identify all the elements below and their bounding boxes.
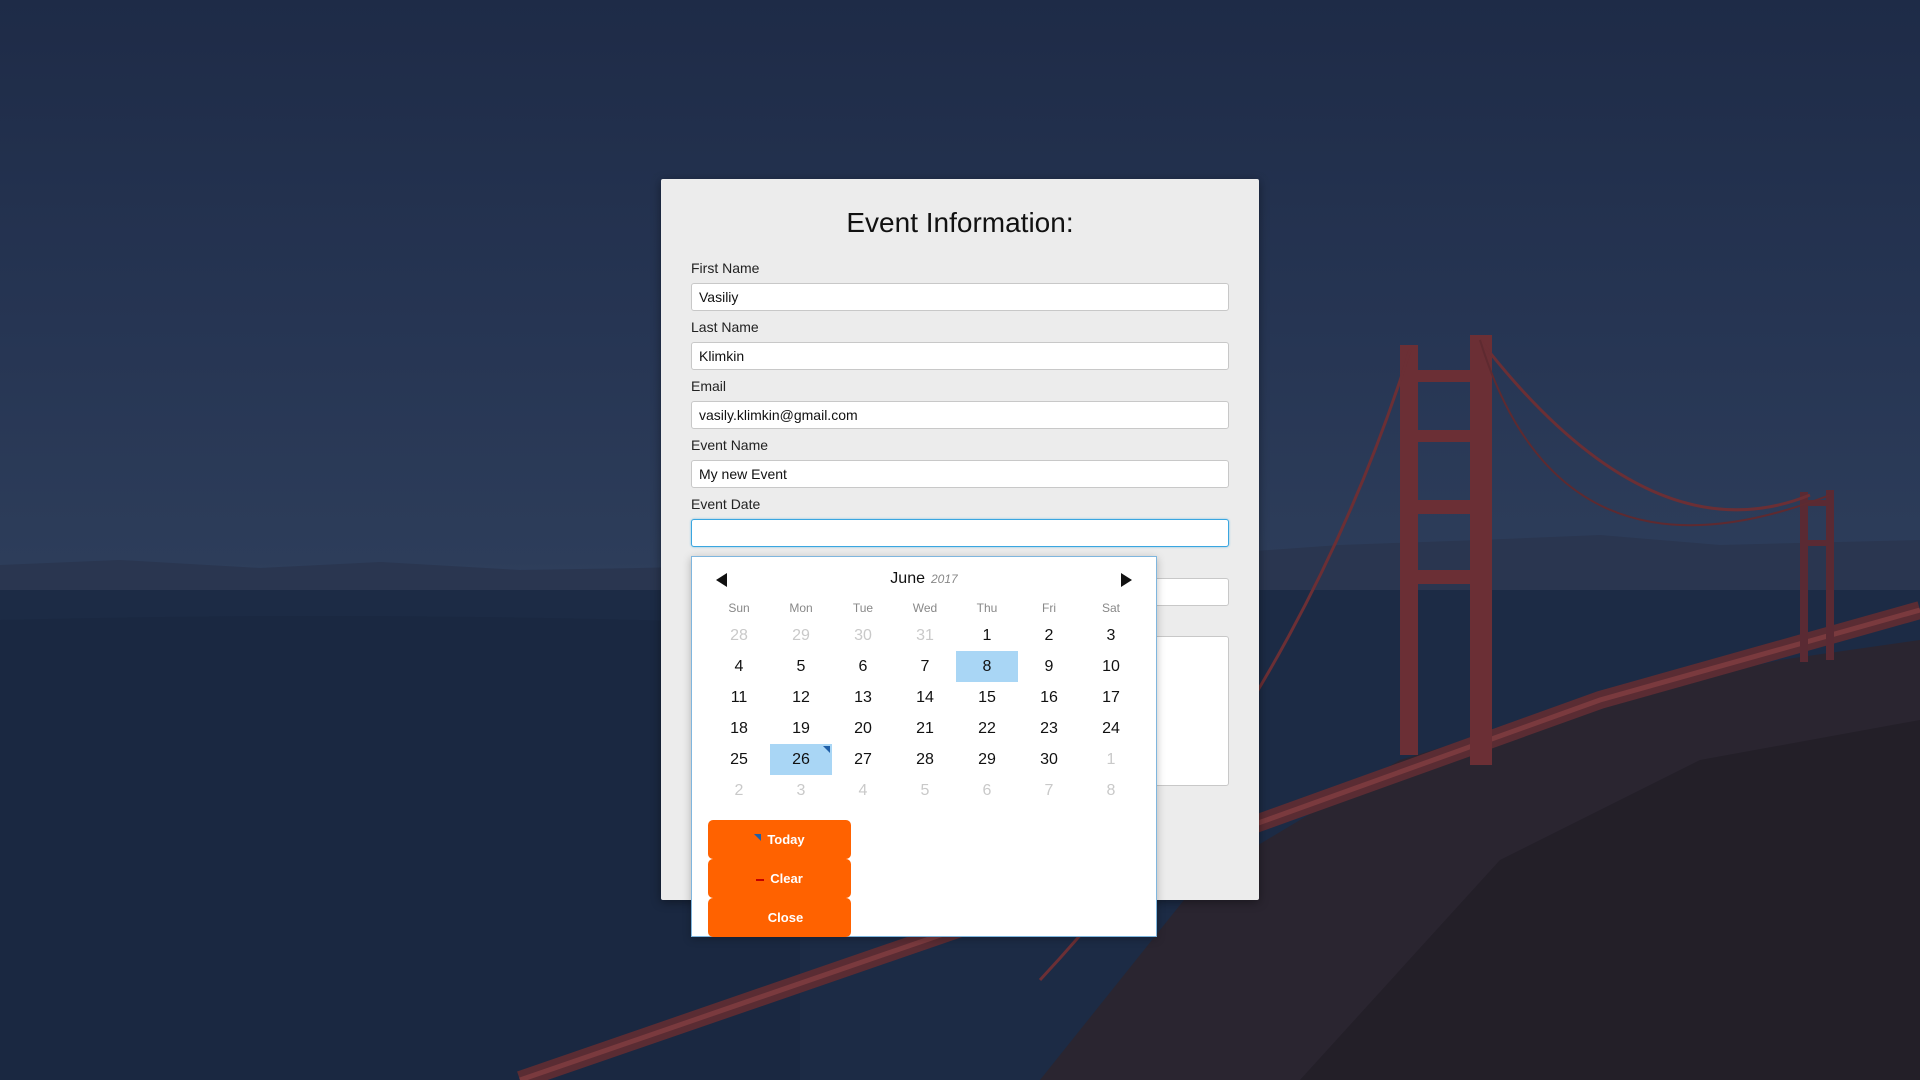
datepicker-title[interactable]: June 2017 [692, 570, 1156, 588]
day-cell[interactable]: 29 [770, 620, 832, 651]
day-cell[interactable]: 17 [1080, 682, 1142, 713]
day-cell[interactable]: 28 [894, 744, 956, 775]
day-cell[interactable]: 9 [1018, 651, 1080, 682]
datepicker-month: June [890, 570, 925, 587]
day-cell[interactable]: 25 [708, 744, 770, 775]
day-cell[interactable]: 3 [770, 775, 832, 806]
calendar-grid: Sun Mon Tue Wed Thu Fri Sat 28 29 30 31 … [708, 596, 1142, 806]
clear-button[interactable]: Clear [708, 859, 851, 898]
day-cell[interactable]: 5 [770, 651, 832, 682]
day-cell[interactable]: 20 [832, 713, 894, 744]
datepicker-year: 2017 [931, 572, 958, 586]
day-cell[interactable]: 18 [708, 713, 770, 744]
clear-icon [756, 878, 765, 881]
day-cell[interactable]: 2 [1018, 620, 1080, 651]
day-cell[interactable]: 1 [956, 620, 1018, 651]
today-button[interactable]: Today [708, 820, 851, 859]
day-cell-selected[interactable]: 26 [770, 744, 832, 775]
event-name-input[interactable] [691, 460, 1229, 488]
email-label: Email [691, 378, 727, 394]
day-cell[interactable]: 24 [1080, 713, 1142, 744]
event-date-input[interactable] [691, 519, 1229, 547]
weekday-thu: Thu [976, 601, 998, 615]
first-name-input[interactable] [691, 283, 1229, 311]
day-cell-highlighted[interactable]: 8 [956, 651, 1018, 682]
close-icon [756, 916, 762, 922]
day-cell[interactable]: 12 [770, 682, 832, 713]
day-cell[interactable]: 30 [832, 620, 894, 651]
first-name-label: First Name [691, 260, 760, 276]
day-cell[interactable]: 5 [894, 775, 956, 806]
day-cell[interactable]: 21 [894, 713, 956, 744]
day-cell[interactable]: 28 [708, 620, 770, 651]
weekday-fri: Fri [1042, 601, 1056, 615]
next-month-icon[interactable] [1118, 571, 1134, 589]
day-cell[interactable]: 10 [1080, 651, 1142, 682]
last-name-label: Last Name [691, 319, 759, 335]
day-cell[interactable]: 4 [832, 775, 894, 806]
close-button-label: Close [767, 910, 804, 925]
day-cell[interactable]: 6 [832, 651, 894, 682]
close-button[interactable]: Close [708, 898, 851, 937]
day-cell[interactable]: 22 [956, 713, 1018, 744]
event-name-label: Event Name [691, 437, 769, 453]
day-cell[interactable]: 29 [956, 744, 1018, 775]
day-cell[interactable]: 31 [894, 620, 956, 651]
day-cell[interactable]: 13 [832, 682, 894, 713]
day-cell[interactable]: 19 [770, 713, 832, 744]
form-title: Event Information: [846, 207, 1074, 238]
weekday-tue: Tue [852, 601, 874, 615]
day-cell[interactable]: 14 [894, 682, 956, 713]
day-cell[interactable]: 1 [1080, 744, 1142, 775]
day-cell[interactable]: 23 [1018, 713, 1080, 744]
day-cell[interactable]: 8 [1080, 775, 1142, 806]
day-cell[interactable]: 4 [708, 651, 770, 682]
day-cell[interactable]: 16 [1018, 682, 1080, 713]
day-cell[interactable]: 7 [894, 651, 956, 682]
weekday-wed: Wed [912, 601, 938, 615]
day-cell[interactable]: 27 [832, 744, 894, 775]
day-cell[interactable]: 2 [708, 775, 770, 806]
day-cell[interactable]: 3 [1080, 620, 1142, 651]
weekday-sat: Sat [1101, 601, 1120, 615]
weekday-sun: Sun [728, 601, 750, 615]
day-cell[interactable]: 11 [708, 682, 770, 713]
day-cell[interactable]: 15 [956, 682, 1018, 713]
today-button-label: Today [767, 832, 805, 847]
clear-button-label: Clear [770, 871, 803, 886]
today-icon [754, 834, 762, 842]
email-input[interactable] [691, 401, 1229, 429]
day-cell[interactable]: 30 [1018, 744, 1080, 775]
event-date-label: Event Date [691, 496, 761, 512]
day-cell[interactable]: 7 [1018, 775, 1080, 806]
datepicker: June 2017 Sun Mon Tue Wed Thu Fri Sat 28 … [691, 556, 1157, 937]
day-cell[interactable]: 6 [956, 775, 1018, 806]
weekday-mon: Mon [789, 601, 813, 615]
last-name-input[interactable] [691, 342, 1229, 370]
